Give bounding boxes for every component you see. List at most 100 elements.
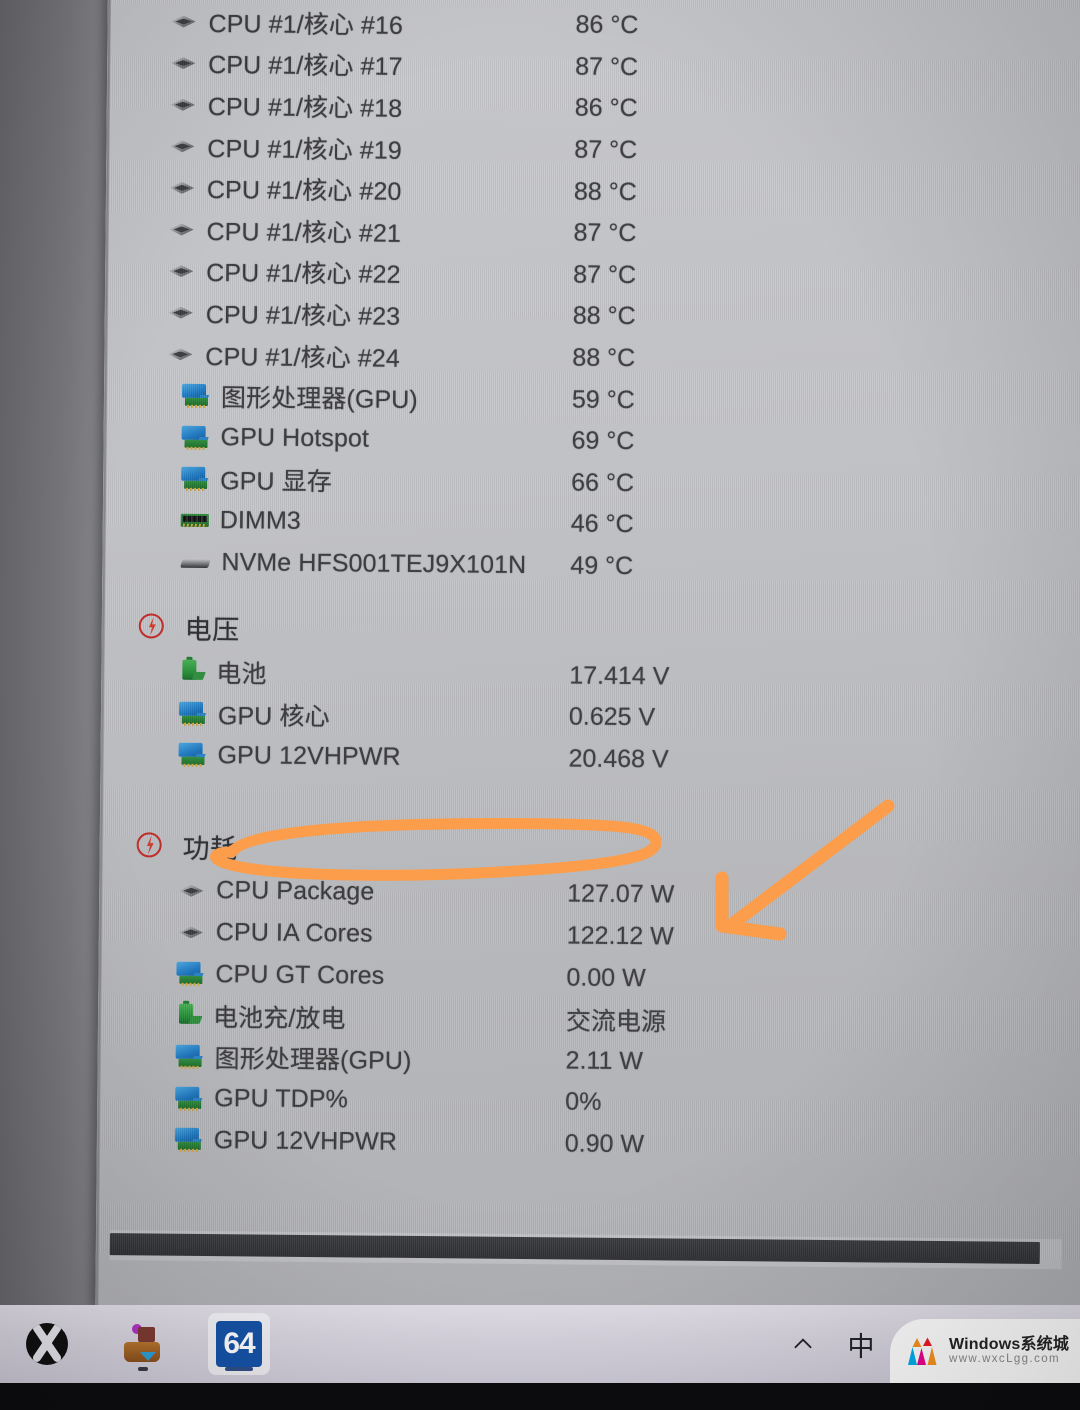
cpu-icon — [168, 138, 198, 154]
sensor-label: CPU IA Cores — [123, 917, 553, 950]
taskbar-active-indicator — [225, 1367, 253, 1371]
watermark-title: Windows系统城 — [949, 1336, 1070, 1354]
table-row[interactable]: NVMe HFS001TEJ9X101N 49 °C — [126, 541, 1056, 592]
cpu-icon — [168, 180, 198, 196]
cpu-icon — [168, 221, 198, 237]
gpu-icon — [181, 466, 211, 492]
sensor-label-text: CPU #1/核心 #18 — [207, 92, 403, 123]
sensor-value: 122.12 W — [566, 921, 674, 951]
sensor-label: NVMe HFS001TEJ9X101N — [126, 547, 556, 580]
chevron-up-icon[interactable] — [788, 1324, 818, 1364]
sensor-value: 59 °C — [571, 385, 635, 414]
section-title: 电压 — [184, 614, 240, 646]
taskbar-running-indicator — [138, 1367, 148, 1371]
sensor-label-text: GPU TDP% — [214, 1084, 349, 1114]
sensor-label: CPU Package — [123, 876, 553, 909]
sensor-value: 86 °C — [574, 93, 638, 123]
sensor-label-text: CPU IA Cores — [215, 918, 373, 948]
sensor-value: 0.00 W — [566, 963, 646, 992]
screenshot-root: CPU #1/核心 #16 86 °C CPU #1/核心 #17 87 °C … — [0, 0, 1080, 1410]
sensor-label: 图形处理器(GPU) — [128, 377, 558, 417]
watermark-url: www.wxcLgg.com — [949, 1353, 1060, 1366]
sensor-label-text: GPU Hotspot — [220, 423, 370, 453]
cpu-icon — [169, 55, 199, 71]
battery-icon — [179, 659, 207, 685]
sensor-value: 20.468 V — [568, 744, 669, 774]
gpu-icon — [175, 1086, 205, 1112]
sensor-label: CPU #1/核心 #18 — [131, 86, 561, 126]
sensor-label: CPU #1/核心 #23 — [129, 294, 559, 334]
gpu-icon — [181, 424, 211, 450]
watermark-text: Windows系统城 www.wxcLgg.com — [949, 1336, 1069, 1366]
table-row[interactable]: GPU 12VHPWR 20.468 V — [124, 734, 1054, 785]
gpu-icon — [178, 742, 208, 768]
sensor-label-text: NVMe HFS001TEJ9X101N — [221, 548, 527, 580]
bolt-icon — [138, 612, 168, 642]
taskbar[interactable]: 64 中 Windows系统城 www.wxcLgg.com — [0, 1305, 1080, 1383]
app-icon — [121, 1324, 165, 1364]
sensor-value: 0% — [565, 1087, 602, 1117]
sensor-value: 2.11 W — [565, 1046, 644, 1075]
ime-chinese-icon[interactable]: 中 — [846, 1324, 876, 1364]
sensor-label: 电池 — [125, 653, 555, 693]
taskbar-item-hwinfo64[interactable]: 64 — [208, 1313, 270, 1375]
sensor-value: 0.625 V — [568, 702, 656, 732]
sensor-value: 87 °C — [573, 260, 637, 289]
sensor-label-text: DIMM3 — [219, 506, 301, 536]
hwinfo-sensors-window[interactable]: CPU #1/核心 #16 86 °C CPU #1/核心 #17 87 °C … — [95, 0, 1080, 1318]
sensor-label: CPU #1/核心 #24 — [128, 336, 558, 376]
cpu-icon — [167, 263, 197, 279]
drive-icon — [180, 554, 212, 570]
sensor-label-text: CPU #1/核心 #23 — [205, 300, 401, 331]
sensor-label: CPU #1/核心 #22 — [129, 253, 559, 293]
cpu-icon — [166, 346, 196, 362]
sensor-label: GPU Hotspot — [127, 422, 557, 455]
sensor-value: 87 °C — [573, 218, 637, 248]
bolt-icon — [136, 830, 166, 860]
sensor-label-text: GPU 12VHPWR — [217, 740, 401, 771]
sensor-label: GPU 显存 — [127, 461, 557, 501]
cpu-icon — [177, 924, 207, 940]
sensor-value: 88 °C — [573, 177, 637, 206]
sensor-value: 69 °C — [571, 426, 635, 456]
taskbar-item-app[interactable] — [112, 1313, 174, 1375]
sensor-value: 66 °C — [571, 468, 635, 497]
hwinfo64-icon: 64 — [216, 1321, 262, 1367]
horizontal-scrollbar-track[interactable] — [109, 1230, 1062, 1270]
gpu-icon — [175, 1044, 206, 1070]
gpu-icon — [178, 700, 209, 726]
cpu-icon — [169, 97, 199, 113]
table-row[interactable]: GPU 12VHPWR 0.90 W — [121, 1119, 1051, 1170]
sensor-label: 电池充/放电 — [122, 997, 552, 1037]
memory-module-icon — [180, 512, 211, 530]
horizontal-scrollbar-thumb[interactable] — [109, 1233, 1040, 1265]
sensor-label: GPU 核心 — [125, 695, 555, 735]
sensor-label-text: CPU #1/核心 #20 — [206, 176, 402, 206]
battery-icon — [176, 1002, 204, 1028]
sensor-label-text: 电池 — [216, 660, 267, 689]
taskbar-pinned-items: 64 — [0, 1305, 270, 1383]
sensor-value: 87 °C — [575, 52, 639, 81]
sensor-label-text: GPU 12VHPWR — [213, 1126, 398, 1156]
sensor-label-text: CPU #1/核心 #17 — [208, 51, 403, 82]
cpu-icon — [170, 13, 200, 29]
sensor-value: 17.414 V — [569, 661, 670, 691]
sensor-label-text: 电池充/放电 — [212, 1003, 346, 1033]
xbox-icon — [26, 1323, 68, 1365]
sensor-value: 86 °C — [575, 10, 639, 40]
taskbar-item-xbox[interactable] — [16, 1313, 78, 1375]
gpu-icon — [181, 383, 212, 409]
gpu-icon — [174, 1127, 205, 1153]
gpu-icon — [176, 961, 206, 987]
sensor-label: CPU #1/核心 #20 — [130, 169, 560, 209]
sensor-label-text: 图形处理器(GPU) — [220, 384, 418, 415]
sensor-label: DIMM3 — [127, 506, 557, 539]
sensor-label: CPU #1/核心 #16 — [131, 3, 561, 43]
sensor-label: CPU #1/核心 #17 — [131, 45, 561, 85]
sensor-label-text: CPU Package — [216, 876, 375, 906]
sensor-label: GPU TDP% — [121, 1084, 551, 1117]
sensor-label: GPU 12VHPWR — [121, 1125, 551, 1158]
cpu-icon — [167, 305, 197, 321]
sensor-value: 88 °C — [572, 301, 636, 331]
cpu-icon — [177, 883, 207, 899]
